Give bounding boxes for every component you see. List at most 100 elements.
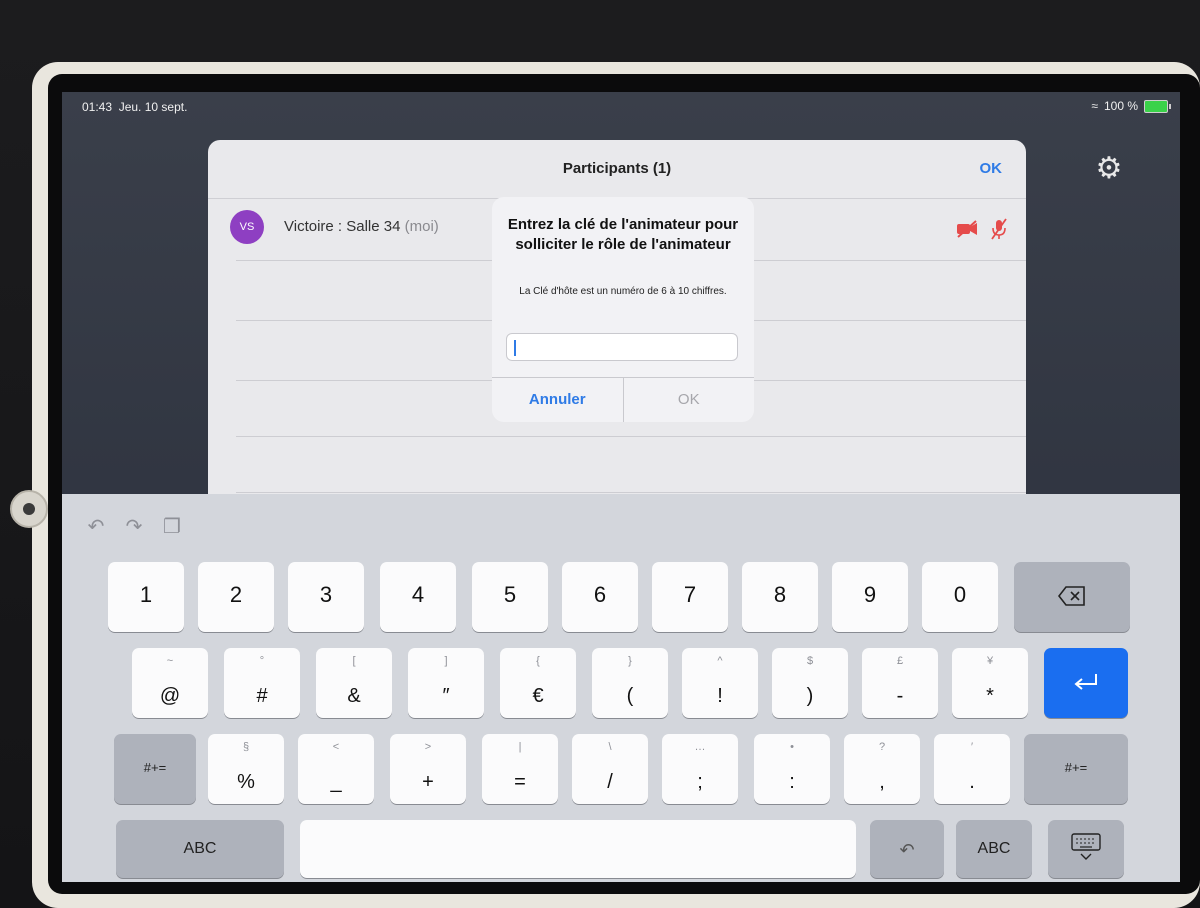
symbols-key-left[interactable]: #+=	[114, 734, 196, 804]
wifi-icon: ≈	[1091, 99, 1098, 113]
key-sublabel: >	[424, 741, 432, 753]
key-percent[interactable]: §%	[208, 734, 284, 804]
key-slash[interactable]: \ /	[572, 734, 648, 804]
key-label: &	[347, 685, 361, 707]
key-ampersand[interactable]: [&	[316, 648, 392, 718]
key-exclamation[interactable]: ^!	[682, 648, 758, 718]
key-0[interactable]: 0	[922, 562, 998, 632]
key-2[interactable]: 2	[198, 562, 274, 632]
abc-key-right[interactable]: ABC	[956, 820, 1032, 878]
row-divider	[236, 492, 1026, 493]
space-key[interactable]	[300, 820, 856, 878]
key-1[interactable]: 1	[108, 562, 184, 632]
keyboard-toolbar: ↶ ↷ ❐	[84, 514, 184, 539]
gear-icon[interactable]: ⚙	[1094, 154, 1124, 184]
key-sublabel: |	[518, 741, 522, 753]
key-semicolon[interactable]: …;	[662, 734, 738, 804]
key-label: !	[717, 685, 723, 707]
key-label: %	[237, 771, 255, 793]
key-plus[interactable]: > +	[390, 734, 466, 804]
delete-key[interactable]	[1014, 562, 1130, 632]
key-7[interactable]: 7	[652, 562, 728, 632]
mic-muted-icon[interactable]	[990, 218, 1008, 240]
video-off-icon[interactable]	[956, 220, 978, 238]
hide-keyboard-key[interactable]	[1048, 820, 1124, 878]
key-label: ABC	[977, 840, 1011, 857]
key-period[interactable]: ′.	[934, 734, 1010, 804]
key-5[interactable]: 5	[472, 562, 548, 632]
key-comma[interactable]: ?,	[844, 734, 920, 804]
key-label: 5	[503, 582, 517, 607]
key-label: )	[806, 685, 814, 707]
host-key-input[interactable]	[506, 333, 738, 361]
key-equals[interactable]: | =	[482, 734, 558, 804]
key-sublabel: •	[790, 741, 794, 753]
host-key-alert: Entrez la clé de l'animateur pour sollic…	[492, 197, 754, 422]
alert-message: La Clé d'hôte est un numéro de 6 à 10 ch…	[519, 286, 727, 297]
key-label: 3	[319, 582, 333, 607]
avatar: VS	[230, 210, 264, 244]
keyboard-dismiss-icon	[1071, 833, 1101, 860]
return-key[interactable]	[1044, 648, 1128, 718]
undo-key[interactable]: ↶	[870, 820, 944, 878]
sheet-title: Participants (1)	[562, 160, 672, 177]
sheet-ok-button[interactable]: OK	[980, 160, 1003, 177]
key-sublabel: [	[352, 655, 356, 667]
key-colon[interactable]: •:	[754, 734, 830, 804]
key-sublabel: ′	[970, 741, 974, 753]
participant-self-tag: (moi)	[404, 218, 439, 235]
abc-key-left[interactable]: ABC	[116, 820, 284, 878]
case-left-hole	[10, 490, 48, 528]
key-underscore[interactable]: < _	[298, 734, 374, 804]
date-label: Jeu. 10 sept.	[118, 100, 188, 114]
key-sublabel: ?	[878, 741, 886, 753]
key-sublabel: …	[694, 741, 706, 753]
key-sublabel: °	[259, 655, 265, 667]
key-at[interactable]: ~ @	[132, 648, 208, 718]
key-label: 0	[953, 582, 967, 607]
key-euro[interactable]: {€	[500, 648, 576, 718]
key-4[interactable]: 4	[380, 562, 456, 632]
key-asterisk[interactable]: ¥ *	[952, 648, 1028, 718]
key-label: 8	[773, 582, 787, 607]
key-sublabel: ~	[166, 655, 174, 667]
status-bar: 01:43 Jeu. 10 sept. ≈ 100 %	[62, 92, 1180, 118]
participant-name: Victoire : Salle 34 (moi)	[284, 218, 439, 235]
cancel-button[interactable]: Annuler	[492, 378, 624, 422]
key-label: ABC	[183, 840, 217, 857]
ok-button[interactable]: OK	[624, 378, 755, 422]
key-9[interactable]: 9	[832, 562, 908, 632]
alert-buttons: Annuler OK	[492, 377, 754, 422]
key-8[interactable]: 8	[742, 562, 818, 632]
battery-icon	[1144, 99, 1171, 113]
key-close-paren[interactable]: $)	[772, 648, 848, 718]
key-label: #+=	[143, 760, 167, 775]
paste-icon[interactable]: ❐	[160, 514, 184, 539]
text-caret	[514, 340, 516, 356]
key-sublabel: }	[628, 655, 632, 667]
key-sublabel: ]	[444, 655, 448, 667]
key-6[interactable]: 6	[562, 562, 638, 632]
key-label: _	[330, 771, 342, 793]
key-label: -	[896, 685, 904, 707]
status-time: 01:43 Jeu. 10 sept.	[82, 100, 187, 114]
key-label: 4	[411, 582, 425, 607]
key-label: 1	[139, 582, 153, 607]
sheet-header: Participants (1) OK	[208, 140, 1026, 199]
key-minus[interactable]: £ -	[862, 648, 938, 718]
key-label: €	[532, 685, 544, 707]
key-label: #	[256, 685, 268, 707]
key-hash[interactable]: ° #	[224, 648, 300, 718]
key-sublabel: ¥	[986, 655, 994, 667]
redo-icon[interactable]: ↷	[122, 514, 146, 539]
backspace-icon	[1058, 586, 1085, 606]
key-label: (	[626, 685, 634, 707]
key-open-paren[interactable]: }(	[592, 648, 668, 718]
key-sublabel: $	[806, 655, 814, 667]
undo-icon[interactable]: ↶	[84, 514, 108, 539]
key-label: =	[514, 771, 526, 793]
key-sublabel: §	[242, 741, 250, 753]
symbols-key-right[interactable]: #+=	[1024, 734, 1128, 804]
key-3[interactable]: 3	[288, 562, 364, 632]
key-double-prime[interactable]: ] ″	[408, 648, 484, 718]
